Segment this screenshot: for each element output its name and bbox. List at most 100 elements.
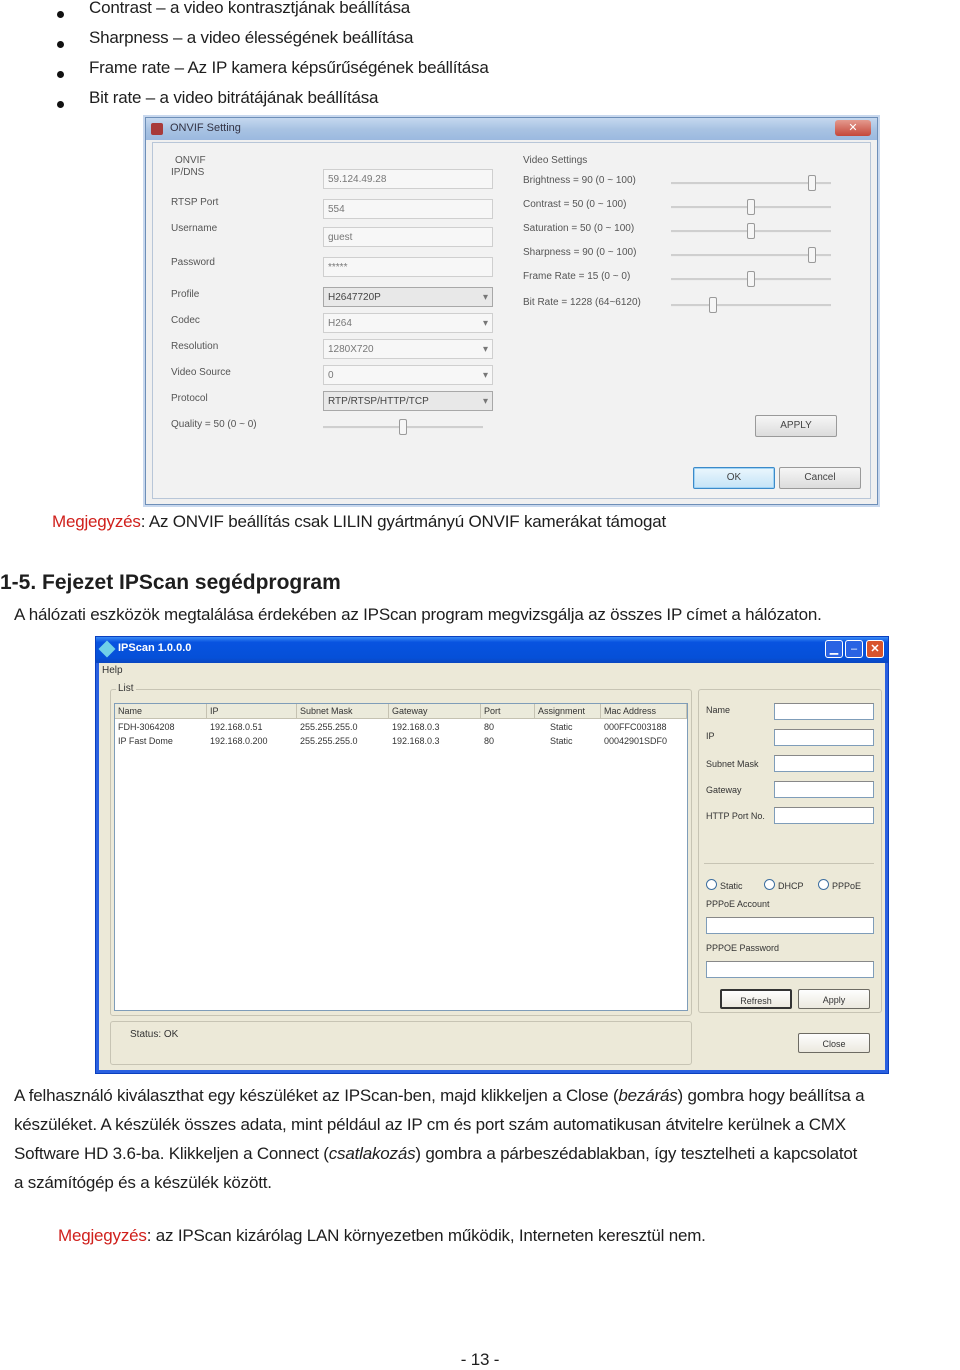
saturation-slider[interactable] <box>671 223 831 239</box>
text-span: Software HD 3.6-ba. Klikkeljen a Connect… <box>14 1144 329 1163</box>
contrast-slider[interactable] <box>671 199 831 215</box>
slider-thumb[interactable] <box>747 223 755 239</box>
window-title: ONVIF Setting <box>170 122 241 134</box>
maximize-icon[interactable]: – <box>845 640 863 658</box>
gateway-input[interactable] <box>774 781 874 798</box>
bullet-item: Contrast – a video kontrasztjának beállí… <box>0 0 600 30</box>
paragraph-line: a számítógép és a készülék között. <box>14 1173 272 1192</box>
device-list[interactable]: Name IP Subnet Mask Gateway Port Assignm… <box>114 703 688 1011</box>
bullet-text: Bit rate – a video bitrátájának beállítá… <box>89 88 379 107</box>
slider-thumb[interactable] <box>747 271 755 287</box>
ip-input[interactable] <box>774 729 874 746</box>
bullet-item: Frame rate – Az IP kamera képsűrűségének… <box>0 58 600 90</box>
resolution-select[interactable]: 1280X720 <box>323 339 493 360</box>
saturation-label: Saturation = 50 (0 ~ 100) <box>523 223 635 234</box>
table-row[interactable]: IP Fast Dome 192.168.0.200 255.255.255.0… <box>115 734 687 748</box>
column-header-gateway[interactable]: Gateway <box>389 704 481 718</box>
cancel-button[interactable]: Cancel <box>779 467 861 489</box>
close-button[interactable]: Close <box>798 1033 870 1053</box>
bullet-icon <box>57 11 64 18</box>
pppoe-account-input[interactable] <box>706 917 874 934</box>
close-icon[interactable]: ✕ <box>866 640 884 658</box>
column-header-name[interactable]: Name <box>115 704 207 718</box>
sharpness-label: Sharpness = 90 (0 ~ 100) <box>523 247 637 258</box>
rtsp-port-input[interactable]: 554 <box>323 199 493 219</box>
close-icon[interactable]: ✕ <box>835 120 871 136</box>
cell-ip: 192.168.0.51 <box>210 722 263 732</box>
slider-thumb[interactable] <box>808 175 816 191</box>
table-row[interactable]: FDH-3064208 192.168.0.51 255.255.255.0 1… <box>115 720 687 734</box>
column-header-ip[interactable]: IP <box>207 704 297 718</box>
note-prefix: Megjegyzés <box>52 512 141 531</box>
name-label: Name <box>706 705 731 715</box>
sharpness-slider[interactable] <box>671 247 831 263</box>
minimize-icon[interactable]: ▁ <box>825 640 843 658</box>
brightness-label: Brightness = 90 (0 ~ 100) <box>523 175 636 186</box>
ip-dns-input[interactable]: 59.124.49.28 <box>323 169 493 189</box>
quality-slider[interactable] <box>323 419 483 435</box>
window-title: IPScan 1.0.0.0 <box>118 642 192 654</box>
subnet-mask-input[interactable] <box>774 755 874 772</box>
cell-name: FDH-3064208 <box>118 722 175 732</box>
text-span: ) gombra hogy beállítsa a <box>677 1086 865 1105</box>
app-icon <box>151 123 163 135</box>
brightness-slider[interactable] <box>671 175 831 191</box>
column-header-mac-address[interactable]: Mac Address <box>601 704 687 718</box>
refresh-button[interactable]: Refresh <box>720 989 792 1009</box>
codec-select[interactable]: H264 <box>323 313 493 334</box>
radio-pppoe[interactable]: PPPoE <box>818 879 861 891</box>
protocol-select[interactable]: RTP/RTSP/HTTP/TCP <box>323 391 493 412</box>
paragraph-line: A felhasználó kiválaszthat egy készüléke… <box>14 1081 865 1110</box>
divider <box>704 863 874 864</box>
password-label: Password <box>171 257 215 268</box>
list-header: Name IP Subnet Mask Gateway Port Assignm… <box>115 704 687 719</box>
bit-rate-slider[interactable] <box>671 297 831 313</box>
bullet-item: Sharpness – a video élességének beállítá… <box>0 28 600 60</box>
name-input[interactable] <box>774 703 874 720</box>
video-settings-label: Video Settings <box>523 155 588 166</box>
apply-button[interactable]: APPLY <box>755 415 837 437</box>
cell-gateway: 192.168.0.3 <box>392 722 440 732</box>
slider-thumb[interactable] <box>709 297 717 313</box>
apply-button[interactable]: Apply <box>798 989 870 1009</box>
pppoe-password-input[interactable] <box>706 961 874 978</box>
username-input[interactable]: guest <box>323 227 493 247</box>
http-port-input[interactable] <box>774 807 874 824</box>
paragraph-line: készüléket. A készülék összes adata, min… <box>14 1115 846 1134</box>
ipscan-window: IPScan 1.0.0.0 ▁ – ✕ Help List Name IP S… <box>95 636 889 1074</box>
menu-help[interactable]: Help <box>102 665 123 676</box>
column-header-subnet-mask[interactable]: Subnet Mask <box>297 704 389 718</box>
profile-label: Profile <box>171 289 200 300</box>
pppoe-password-label: PPPOE Password <box>706 943 780 953</box>
italic-term: csatlakozás <box>328 1144 416 1163</box>
slider-thumb[interactable] <box>747 199 755 215</box>
text-span: ) gombra a párbeszédablakban, így teszte… <box>415 1144 858 1163</box>
codec-label: Codec <box>171 315 200 326</box>
note-ipscan: Megjegyzés: az IPScan kizárólag LAN körn… <box>58 1226 706 1246</box>
ok-button[interactable]: OK <box>693 467 775 489</box>
password-input[interactable]: ***** <box>323 257 493 277</box>
video-source-select[interactable]: 0 <box>323 365 493 386</box>
cell-name: IP Fast Dome <box>118 736 173 746</box>
italic-term: bezárás <box>618 1086 678 1105</box>
video-source-label: Video Source <box>171 367 231 378</box>
radio-static[interactable]: Static <box>706 879 743 891</box>
paragraph-line: Software HD 3.6-ba. Klikkeljen a Connect… <box>14 1139 864 1168</box>
note-prefix: Megjegyzés <box>58 1226 147 1245</box>
bullet-text: Sharpness – a video élességének beállítá… <box>89 28 414 47</box>
bullet-text: Frame rate – Az IP kamera képsűrűségének… <box>89 58 489 77</box>
contrast-label: Contrast = 50 (0 ~ 100) <box>523 199 627 210</box>
username-label: Username <box>171 223 218 234</box>
frame-rate-slider[interactable] <box>671 271 831 287</box>
column-header-port[interactable]: Port <box>481 704 535 718</box>
subnet-mask-label: Subnet Mask <box>706 759 759 769</box>
column-header-assignment[interactable]: Assignment <box>535 704 601 718</box>
slider-thumb[interactable] <box>808 247 816 263</box>
ip-label: IP <box>706 731 715 741</box>
cell-assignment: Static <box>550 722 573 732</box>
radio-dhcp[interactable]: DHCP <box>764 879 804 891</box>
slider-thumb[interactable] <box>399 419 407 435</box>
section-label-onvif: ONVIF <box>175 155 206 166</box>
gateway-label: Gateway <box>706 785 742 795</box>
profile-select[interactable]: H2647720P <box>323 287 493 308</box>
